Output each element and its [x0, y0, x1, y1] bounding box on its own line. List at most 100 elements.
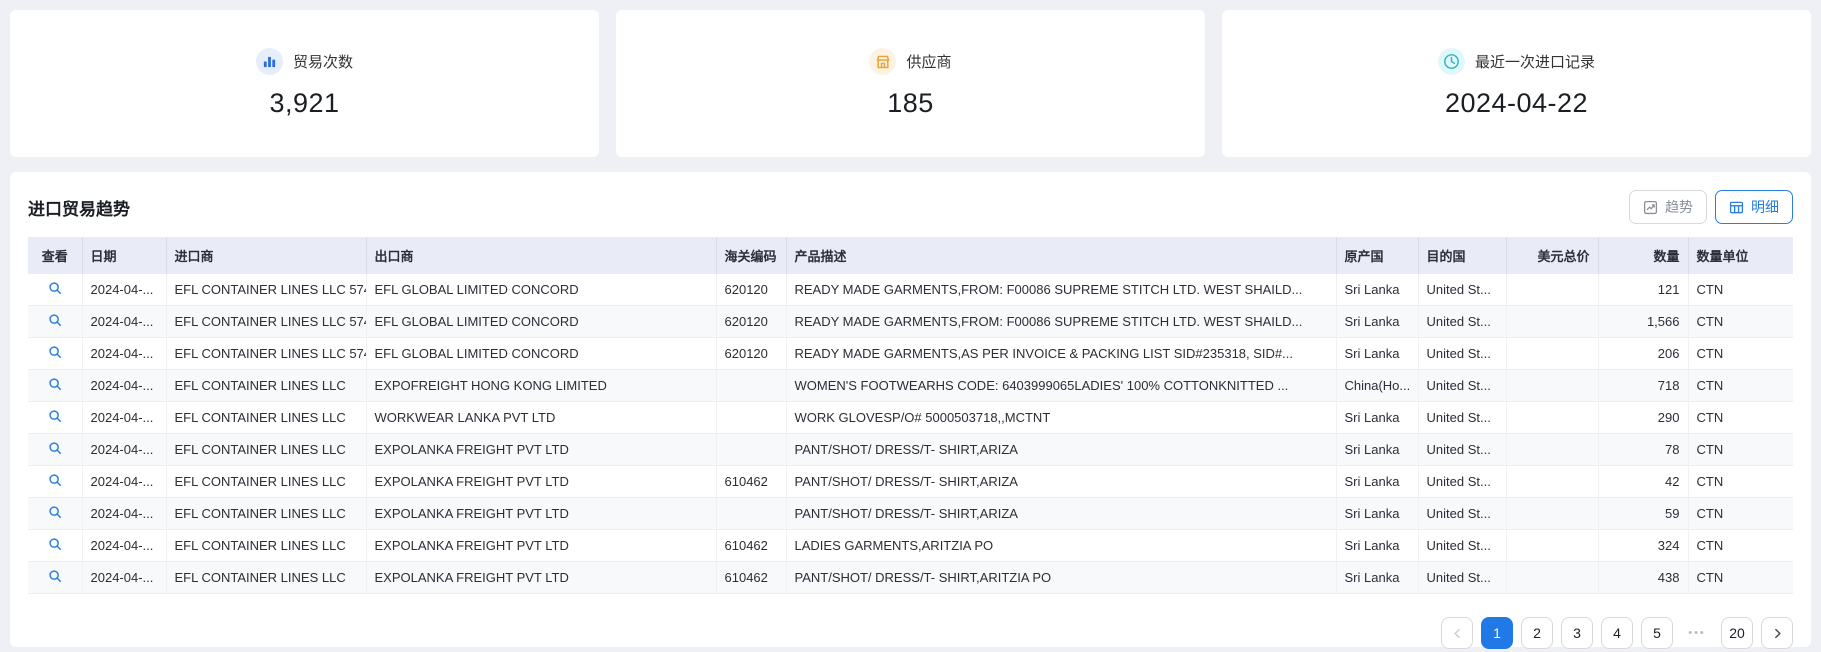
toggle-button-label: 明细	[1751, 199, 1779, 215]
search-icon[interactable]	[48, 313, 62, 327]
cell-view[interactable]	[28, 465, 83, 498]
stats-row: 贸易次数 3,921 供应商 185 最近一次进口记录 2024-04-22	[0, 0, 1821, 157]
cell-exporter: EFL GLOBAL LIMITED CONCORD	[366, 305, 717, 338]
cell-view[interactable]	[28, 337, 83, 370]
table-row: 2024-04-... EFL CONTAINER LINES LLC EXPOFR…	[28, 369, 1793, 402]
pagination-page-4[interactable]: 4	[1601, 617, 1633, 649]
cell-usd_total	[1506, 369, 1599, 402]
stat-label: 贸易次数	[292, 54, 353, 71]
pagination-ellipsis[interactable]: •••	[1681, 617, 1713, 649]
cell-usd_total	[1506, 497, 1599, 530]
cell-date: 2024-04-...	[82, 433, 167, 466]
search-icon[interactable]	[48, 505, 62, 519]
cell-unit: CTN	[1688, 561, 1793, 594]
cell-view[interactable]	[28, 369, 83, 402]
cell-unit: CTN	[1688, 337, 1793, 370]
stat-card: 供应商 185	[616, 10, 1205, 157]
stat-card: 贸易次数 3,921	[10, 10, 599, 157]
cell-exporter: EXPOLANKA FREIGHT PVT LTD	[366, 465, 717, 498]
cell-description: LADIES GARMENTS,ARITZIA PO	[786, 529, 1337, 562]
trade-records-table: 查看 日期 进口商 出口商 海关编码 产品描述 原产国 目的国 美元总价 数量 数量单位 2024-…	[28, 237, 1793, 594]
search-icon[interactable]	[48, 569, 62, 583]
cell-date: 2024-04-...	[82, 401, 167, 434]
cell-view[interactable]	[28, 433, 83, 466]
cell-importer: EFL CONTAINER LINES LLC 574	[166, 274, 367, 306]
cell-usd_total	[1506, 561, 1599, 594]
table-body: 2024-04-... EFL CONTAINER LINES LLC 574 EF…	[28, 274, 1793, 594]
search-icon[interactable]	[48, 377, 62, 391]
cell-view[interactable]	[28, 274, 83, 306]
cell-view[interactable]	[28, 529, 83, 562]
cell-quantity: 78	[1598, 433, 1689, 466]
view-toggle-group: 趋势 明细	[1629, 190, 1793, 224]
cell-unit: CTN	[1688, 274, 1793, 306]
search-icon[interactable]	[48, 441, 62, 455]
table-row: 2024-04-... EFL CONTAINER LINES LLC EXPOLA…	[28, 529, 1793, 562]
cell-importer: EFL CONTAINER LINES LLC	[166, 465, 367, 498]
search-icon[interactable]	[48, 473, 62, 487]
cell-description: WORK GLOVESP/O# 5000503718,,MCTNT	[786, 401, 1337, 434]
cell-unit: CTN	[1688, 401, 1793, 434]
column-header-exporter: 出口商	[366, 237, 717, 274]
pagination-next-button[interactable]	[1761, 617, 1793, 649]
cell-usd_total	[1506, 305, 1599, 338]
cell-importer: EFL CONTAINER LINES LLC	[166, 369, 367, 402]
cell-view[interactable]	[28, 561, 83, 594]
pagination-page-5[interactable]: 5	[1641, 617, 1673, 649]
search-icon[interactable]	[48, 281, 62, 295]
cell-origin: Sri Lanka	[1336, 337, 1419, 370]
cell-view[interactable]	[28, 305, 83, 338]
cell-unit: CTN	[1688, 433, 1793, 466]
cell-quantity: 1,566	[1598, 305, 1689, 338]
cell-destination: United St...	[1418, 529, 1507, 562]
column-header-destination: 目的国	[1418, 237, 1507, 274]
stat-card-header: 贸易次数	[255, 48, 353, 75]
table-grid-icon	[1729, 200, 1744, 215]
cell-destination: United St...	[1418, 561, 1507, 594]
stat-value: 185	[887, 88, 934, 118]
pagination: 1 2 3 4 5 ••• 20	[28, 617, 1793, 649]
pagination-page-1[interactable]: 1	[1481, 617, 1513, 649]
cell-date: 2024-04-...	[82, 369, 167, 402]
cell-origin: China(Ho...	[1336, 369, 1419, 402]
cell-usd_total	[1506, 529, 1599, 562]
cell-date: 2024-04-...	[82, 305, 167, 338]
cell-date: 2024-04-...	[82, 529, 167, 562]
column-header-importer: 进口商	[166, 237, 367, 274]
column-header-quantity: 数量	[1598, 237, 1689, 274]
table-row: 2024-04-... EFL CONTAINER LINES LLC 574 EF…	[28, 305, 1793, 338]
cell-quantity: 42	[1598, 465, 1689, 498]
cell-usd_total	[1506, 274, 1599, 306]
cell-view[interactable]	[28, 401, 83, 434]
cell-date: 2024-04-...	[82, 497, 167, 530]
pagination-prev-button[interactable]	[1441, 617, 1473, 649]
search-icon[interactable]	[48, 537, 62, 551]
cell-usd_total	[1506, 401, 1599, 434]
cell-description: PANT/SHOT/ DRESS/T- SHIRT,ARIZA	[786, 433, 1337, 466]
pagination-page-20[interactable]: 20	[1721, 617, 1753, 649]
search-icon[interactable]	[48, 409, 62, 423]
cell-origin: Sri Lanka	[1336, 401, 1419, 434]
cell-exporter: EXPOLANKA FREIGHT PVT LTD	[366, 497, 717, 530]
pagination-page-2[interactable]: 2	[1521, 617, 1553, 649]
search-icon[interactable]	[48, 345, 62, 359]
cell-exporter: EXPOLANKA FREIGHT PVT LTD	[366, 561, 717, 594]
toggle-button-detail[interactable]: 明细	[1715, 190, 1793, 224]
cell-hs_code: 620120	[716, 305, 787, 338]
import-trend-panel: 进口贸易趋势 趋势 明细 查看 日期 进口商 出口商 海关编码 产品描述 原产国 目的国 美元总价…	[10, 172, 1811, 649]
cell-importer: EFL CONTAINER LINES LLC	[166, 561, 367, 594]
cell-importer: EFL CONTAINER LINES LLC	[166, 497, 367, 530]
cell-quantity: 121	[1598, 274, 1689, 306]
cell-view[interactable]	[28, 497, 83, 530]
cell-quantity: 324	[1598, 529, 1689, 562]
cell-date: 2024-04-...	[82, 465, 167, 498]
table-row: 2024-04-... EFL CONTAINER LINES LLC EXPOLA…	[28, 497, 1793, 530]
cell-exporter: EXPOLANKA FREIGHT PVT LTD	[366, 529, 717, 562]
toggle-button-trend[interactable]: 趋势	[1629, 190, 1707, 224]
cell-unit: CTN	[1688, 465, 1793, 498]
cell-origin: Sri Lanka	[1336, 561, 1419, 594]
pagination-page-3[interactable]: 3	[1561, 617, 1593, 649]
toggle-button-label: 趋势	[1665, 199, 1693, 215]
table-row: 2024-04-... EFL CONTAINER LINES LLC 574 EF…	[28, 274, 1793, 306]
cell-unit: CTN	[1688, 529, 1793, 562]
